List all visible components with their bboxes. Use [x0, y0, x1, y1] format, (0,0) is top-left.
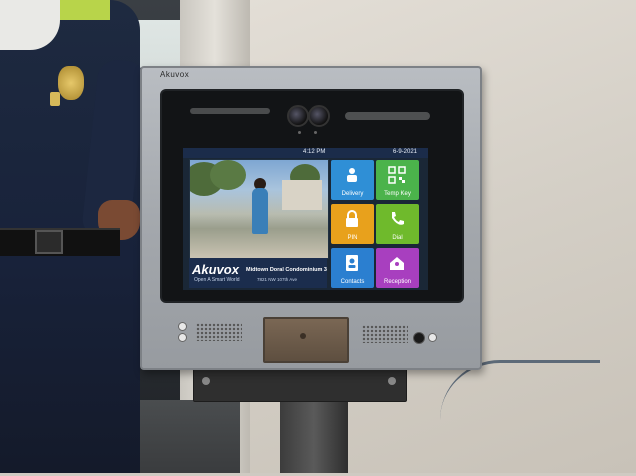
bracket-screw	[388, 377, 396, 385]
camera-lens	[308, 105, 330, 127]
tree	[210, 160, 246, 190]
light-sensor	[428, 333, 437, 342]
building	[282, 180, 322, 210]
property-name: Midtown Doral Condominium 3	[246, 267, 327, 273]
name-tag	[50, 92, 60, 106]
tagline: Open A Smart World	[194, 277, 240, 283]
tile-pin[interactable]: PIN	[331, 204, 374, 244]
tile-label: Reception	[383, 279, 412, 285]
visitor	[252, 188, 268, 234]
mounting-pole	[280, 395, 348, 473]
lock-icon	[343, 210, 361, 228]
camera-indicator	[298, 131, 301, 134]
tile-contacts[interactable]: Contacts	[331, 248, 374, 288]
tile-label: PIN	[347, 235, 358, 241]
device-brand-label: Akuvox	[160, 70, 190, 79]
belt-buckle	[35, 230, 63, 254]
status-bar: 4:12 PM 6-9-2021	[183, 148, 428, 158]
card-reader-indicator	[300, 333, 306, 339]
police-badge	[58, 66, 84, 100]
status-led	[178, 333, 187, 342]
status-date: 6-9-2021	[393, 149, 418, 155]
proximity-sensor	[413, 332, 425, 344]
speaker-grille-left	[196, 323, 242, 341]
officer-vest-accent	[60, 0, 110, 20]
card-reader-panel[interactable]	[263, 317, 349, 363]
tile-label: Contacts	[340, 279, 365, 285]
camera-preview	[189, 159, 329, 259]
reception-icon	[388, 254, 406, 272]
tile-dial[interactable]: Dial	[376, 204, 419, 244]
status-time: 4:12 PM	[303, 149, 326, 155]
tile-label: Delivery	[341, 191, 364, 197]
speaker-grille-right	[362, 325, 408, 343]
camera-indicator	[314, 131, 317, 134]
tile-delivery[interactable]: Delivery	[331, 160, 374, 200]
property-address: 7821 NW 107th Ave	[257, 277, 297, 282]
tile-reception[interactable]: Reception	[376, 248, 419, 288]
contacts-icon	[343, 254, 361, 272]
tile-temp-key[interactable]: Temp Key	[376, 160, 419, 200]
tile-label: Dial	[392, 235, 403, 241]
akuvox-logo: Akuvox	[192, 262, 239, 277]
glass-glare	[345, 112, 430, 120]
glass-glare	[190, 108, 270, 114]
camera-lens	[287, 105, 309, 127]
qr-code-icon	[388, 166, 406, 184]
phone-icon	[388, 210, 406, 228]
bracket-screw	[202, 377, 210, 385]
delivery-person-icon	[343, 166, 361, 184]
cable	[440, 360, 600, 476]
tile-label: Temp Key	[384, 191, 411, 197]
status-led	[178, 322, 187, 331]
